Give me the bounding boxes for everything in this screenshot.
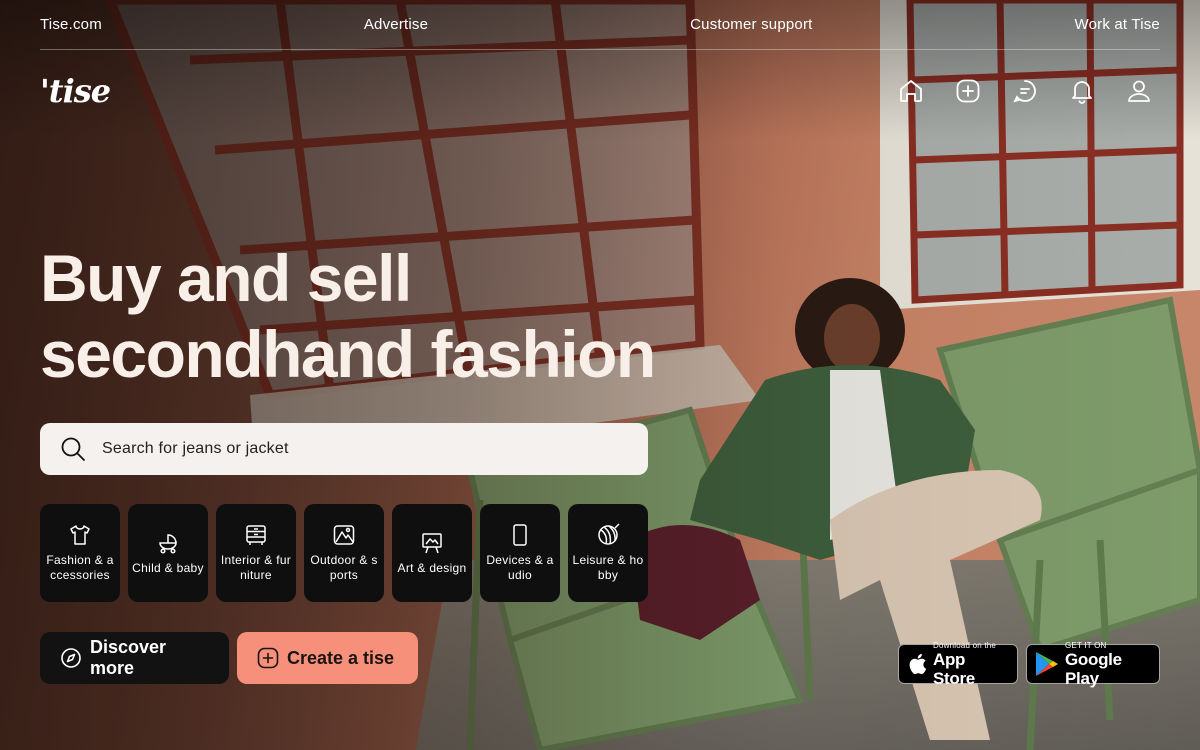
- header-nav: [898, 78, 1152, 104]
- category-label: Fashion & accessories: [46, 553, 114, 582]
- discover-more-label: Discover more: [90, 637, 167, 678]
- category-outdoor-sports[interactable]: Outdoor & sports: [304, 504, 384, 602]
- google-play-icon: [1036, 652, 1058, 676]
- category-label: Devices & audio: [486, 553, 554, 582]
- easel-icon: [422, 532, 442, 553]
- discover-more-button[interactable]: Discover more: [40, 632, 229, 684]
- link-advertise[interactable]: Advertise: [364, 16, 428, 33]
- category-interior-furniture[interactable]: Interior & furniture: [216, 504, 296, 602]
- utility-bar: Tise.com Advertise Customer support Work…: [40, 0, 1160, 50]
- home-icon[interactable]: [898, 78, 924, 104]
- category-label: Leisure & hobby: [572, 553, 644, 582]
- link-customer-support[interactable]: Customer support: [690, 16, 812, 33]
- messages-icon[interactable]: [1012, 78, 1038, 104]
- stroller-icon: [159, 533, 177, 554]
- hero-title-line-2: secondhand fashion: [40, 317, 656, 391]
- hero-title-line-1: Buy and sell: [40, 241, 412, 315]
- profile-icon[interactable]: [1126, 78, 1152, 104]
- hero-title: Buy and sell secondhand fashion: [40, 240, 760, 392]
- category-leisure-hobby[interactable]: Leisure & hobby: [568, 504, 648, 602]
- category-child-baby[interactable]: Child & baby: [128, 504, 208, 602]
- app-store-text: App Store: [933, 649, 975, 688]
- google-play-small-text: GET IT ON: [1065, 640, 1107, 650]
- notifications-icon[interactable]: [1069, 78, 1095, 104]
- category-list: Fashion & accessories Child & baby Inter…: [40, 504, 648, 602]
- search-icon: [61, 437, 85, 461]
- category-label: Outdoor & sports: [310, 553, 378, 582]
- category-label: Art & design: [397, 560, 467, 575]
- tise-logo[interactable]: 'tise: [40, 72, 111, 110]
- phone-icon: [513, 524, 527, 546]
- create-tise-button[interactable]: Create a tise: [237, 632, 418, 684]
- add-icon: [257, 647, 279, 669]
- app-store-small-text: Download on the: [933, 640, 997, 650]
- mountain-icon: [333, 525, 355, 545]
- add-listing-icon[interactable]: [955, 78, 981, 104]
- tshirt-icon: [70, 525, 90, 545]
- dresser-icon: [246, 525, 266, 545]
- search-bar[interactable]: [40, 423, 648, 475]
- link-tise-com[interactable]: Tise.com: [40, 16, 102, 33]
- search-input[interactable]: [102, 440, 602, 458]
- category-devices-audio[interactable]: Devices & audio: [480, 504, 560, 602]
- category-fashion-accessories[interactable]: Fashion & accessories: [40, 504, 120, 602]
- app-store-badge[interactable]: Download on the App Store: [898, 640, 1018, 688]
- google-play-text: Google Play: [1065, 649, 1122, 688]
- category-label: Interior & furniture: [220, 553, 292, 582]
- compass-icon: [61, 648, 81, 668]
- link-work-at-tise[interactable]: Work at Tise: [1075, 16, 1160, 33]
- apple-icon: [909, 653, 927, 675]
- create-tise-label: Create a tise: [287, 647, 395, 668]
- category-art-design[interactable]: Art & design: [392, 504, 472, 602]
- google-play-badge[interactable]: GET IT ON Google Play: [1026, 640, 1160, 688]
- yarn-ball-icon: [598, 523, 620, 545]
- category-label: Child & baby: [132, 560, 204, 575]
